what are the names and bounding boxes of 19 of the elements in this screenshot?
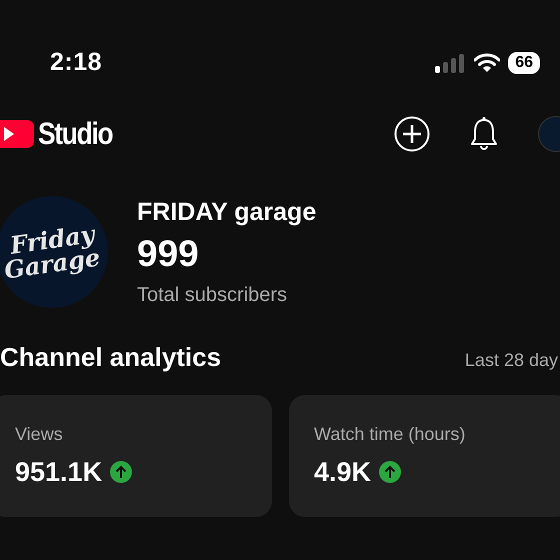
section-title: Channel analytics — [0, 340, 222, 374]
status-time: 2:18 — [50, 47, 102, 78]
subscriber-label: Total subscribers — [137, 282, 288, 308]
subscriber-count: 999 — [137, 232, 200, 276]
notifications-icon[interactable] — [470, 117, 498, 151]
signal-icon — [434, 53, 466, 73]
create-icon[interactable] — [394, 116, 430, 152]
metric-label: Views — [15, 422, 64, 446]
metric-label: Watch time (hours) — [314, 422, 466, 446]
metric-value: 951.1K — [15, 456, 102, 489]
channel-name: FRIDAY garage — [137, 197, 316, 228]
metric-card[interactable]: Watch time (hours) 4.9K — [289, 394, 560, 517]
wifi-icon — [474, 53, 500, 73]
metric-value: 4.9K — [314, 456, 372, 489]
metric-card[interactable]: Views 951.1K — [0, 394, 272, 517]
battery-level: 66 — [508, 52, 540, 74]
period-selector[interactable]: Last 28 day — [464, 346, 558, 374]
play-logo-icon — [0, 118, 34, 150]
app-title: Studio — [38, 114, 112, 153]
